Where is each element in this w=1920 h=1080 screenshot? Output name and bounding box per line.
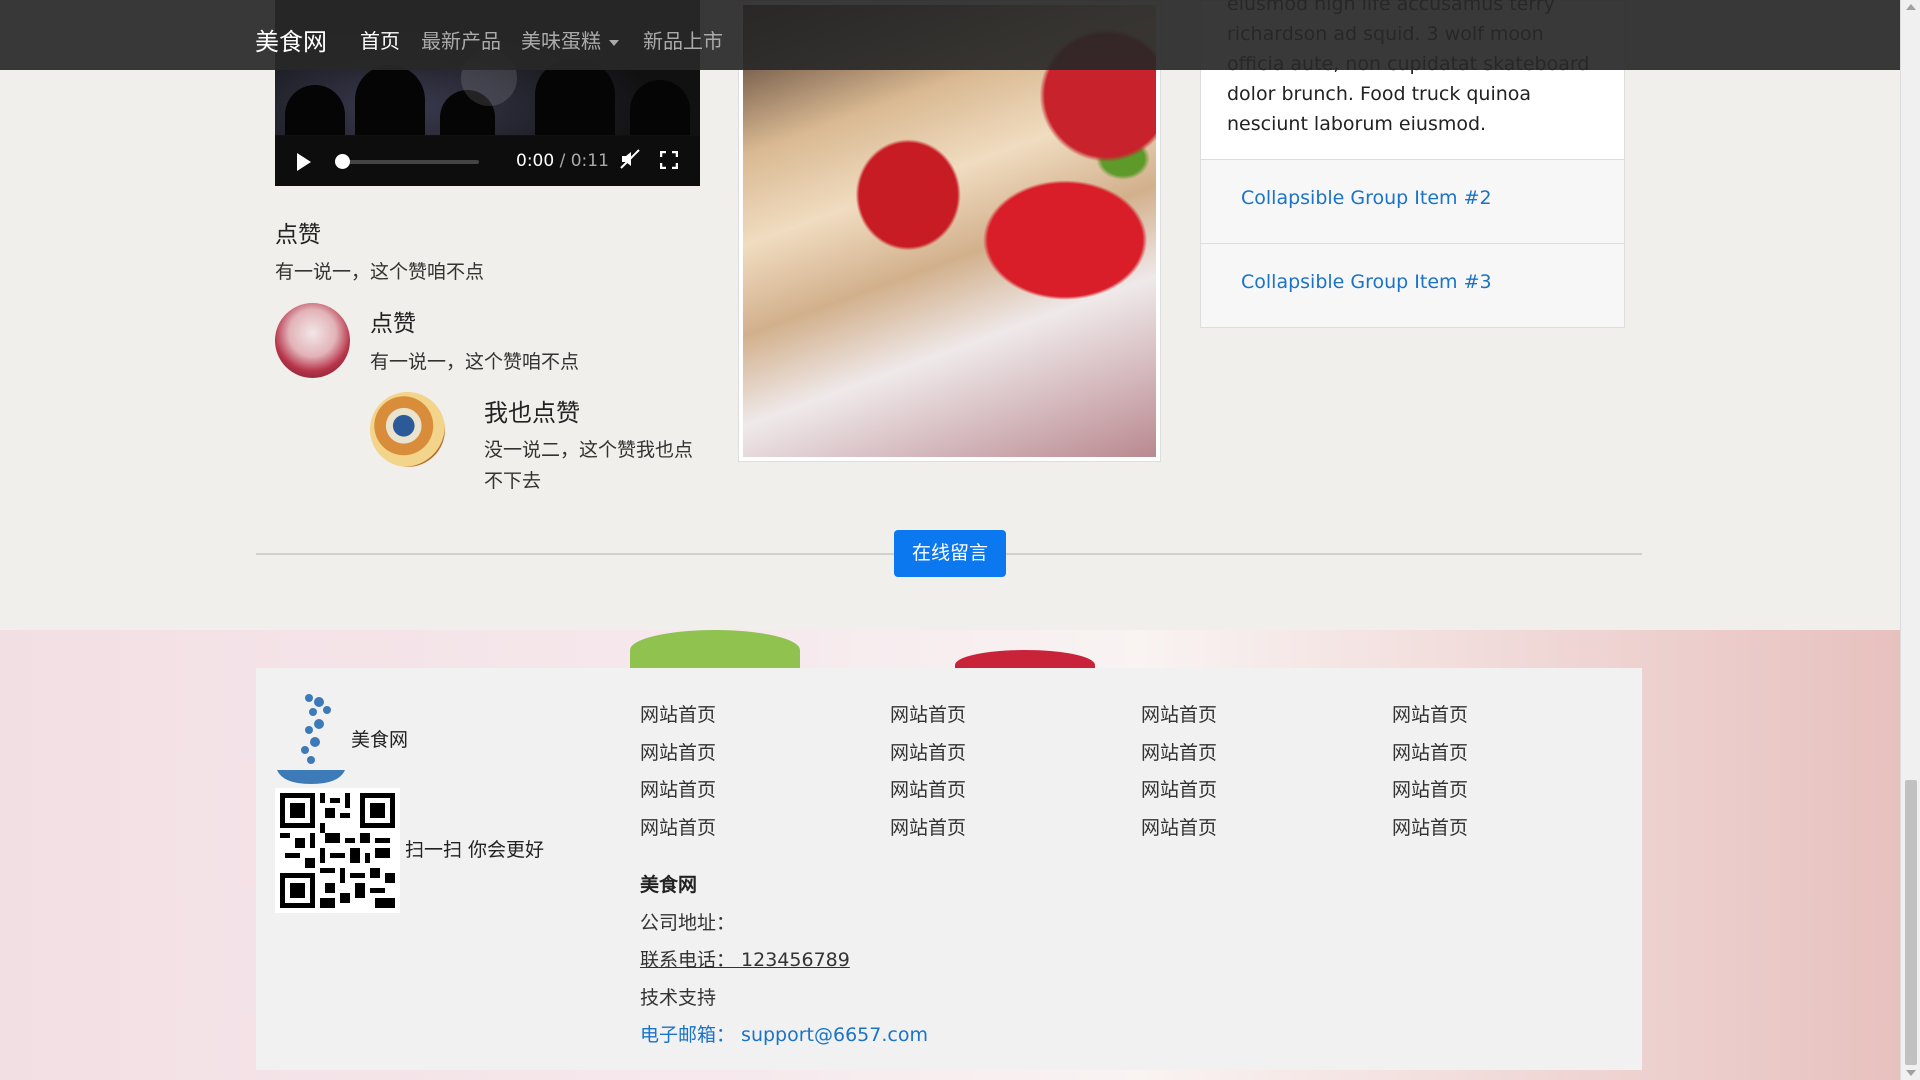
duration: / 0:11 bbox=[559, 151, 609, 171]
dropdown-caret-icon bbox=[609, 39, 619, 46]
footer-link[interactable]: 网站首页 bbox=[890, 700, 966, 727]
scroll-down-icon[interactable] bbox=[1906, 1070, 1916, 1076]
company-name: 美食网 bbox=[640, 874, 698, 896]
video-progress-track[interactable] bbox=[339, 160, 479, 164]
scroll-up-icon[interactable] bbox=[1906, 4, 1916, 10]
footer-link[interactable]: 网站首页 bbox=[640, 738, 716, 765]
top-navbar: 美食网 首页 最新产品 美味蛋糕 新品上市 bbox=[0, 0, 1900, 70]
nav-item-cakes-label: 美味蛋糕 bbox=[521, 29, 601, 53]
qr-code-icon bbox=[275, 788, 400, 913]
video-controls: 0:00 / 0:11 bbox=[275, 136, 700, 186]
navbar-brand[interactable]: 美食网 bbox=[255, 22, 327, 57]
company-phone[interactable]: 联系电话： 123456789 bbox=[640, 945, 850, 972]
company-email-link[interactable]: 电子邮箱： support@6657.com bbox=[640, 1020, 928, 1047]
footer-link[interactable]: 网站首页 bbox=[1392, 700, 1468, 727]
fullscreen-icon[interactable] bbox=[659, 150, 679, 170]
crowd-silhouette bbox=[285, 85, 345, 135]
avatar bbox=[275, 303, 350, 378]
avatar bbox=[370, 392, 445, 467]
footer-link[interactable]: 网站首页 bbox=[890, 813, 966, 840]
crowd-silhouette bbox=[630, 80, 690, 135]
footer-link[interactable]: 网站首页 bbox=[1141, 700, 1217, 727]
footer-link[interactable]: 网站首页 bbox=[640, 700, 716, 727]
footer-link[interactable]: 网站首页 bbox=[1392, 813, 1468, 840]
video-time: 0:00 / 0:11 bbox=[516, 151, 609, 171]
video-progress-knob[interactable] bbox=[335, 154, 350, 169]
footer-link[interactable]: 网站首页 bbox=[1141, 775, 1217, 802]
reply-text: 没一说二，这个赞我也点不下去 bbox=[484, 439, 694, 492]
site-logo-icon[interactable] bbox=[275, 690, 347, 785]
comment-title: 点赞 bbox=[370, 311, 416, 337]
nav-item-home[interactable]: 首页 bbox=[360, 25, 400, 54]
footer-link[interactable]: 网站首页 bbox=[1141, 738, 1217, 765]
like-text: 有一说一，这个赞咱不点 bbox=[275, 261, 485, 283]
company-address: 公司地址： bbox=[640, 912, 736, 934]
scroll-thumb[interactable] bbox=[1905, 780, 1917, 1065]
strawberry-crepe-image bbox=[743, 5, 1156, 457]
footer-logo-text: 美食网 bbox=[351, 729, 409, 751]
nav-item-new-products[interactable]: 最新产品 bbox=[421, 25, 501, 54]
footer-link[interactable]: 网站首页 bbox=[640, 775, 716, 802]
play-icon[interactable] bbox=[297, 153, 311, 171]
accordion-item-2[interactable]: Collapsible Group Item #2 bbox=[1201, 159, 1624, 243]
footer-link[interactable]: 网站首页 bbox=[890, 738, 966, 765]
mint-leaf-decoration bbox=[630, 630, 800, 670]
footer-link[interactable]: 网站首页 bbox=[1392, 775, 1468, 802]
current-time: 0:00 bbox=[516, 151, 555, 171]
qr-caption: 扫一扫 你会更好 bbox=[405, 839, 545, 861]
page: 0:00 / 0:11 点赞 有一说一，这个赞咱不点 点赞 有一说一，这个赞咱不… bbox=[0, 0, 1900, 1080]
vertical-scrollbar[interactable] bbox=[1900, 0, 1920, 1080]
tech-support: 技术支持 bbox=[640, 987, 717, 1009]
accordion-item-3[interactable]: Collapsible Group Item #3 bbox=[1201, 243, 1624, 327]
nav-item-new-arrivals[interactable]: 新品上市 bbox=[643, 25, 723, 54]
footer-link[interactable]: 网站首页 bbox=[640, 813, 716, 840]
like-title: 点赞 bbox=[275, 222, 321, 248]
online-message-button[interactable]: 在线留言 bbox=[894, 530, 1006, 577]
comment-text: 有一说一，这个赞咱不点 bbox=[370, 351, 580, 373]
footer-link[interactable]: 网站首页 bbox=[1141, 813, 1217, 840]
mute-icon[interactable] bbox=[620, 149, 640, 174]
nav-item-cakes[interactable]: 美味蛋糕 bbox=[521, 25, 619, 54]
crowd-silhouette bbox=[535, 60, 615, 135]
footer-link[interactable]: 网站首页 bbox=[890, 775, 966, 802]
reply-title: 我也点赞 bbox=[484, 399, 580, 427]
crowd-silhouette bbox=[355, 65, 425, 135]
footer-link[interactable]: 网站首页 bbox=[1392, 738, 1468, 765]
footer-panel bbox=[256, 668, 1642, 1070]
